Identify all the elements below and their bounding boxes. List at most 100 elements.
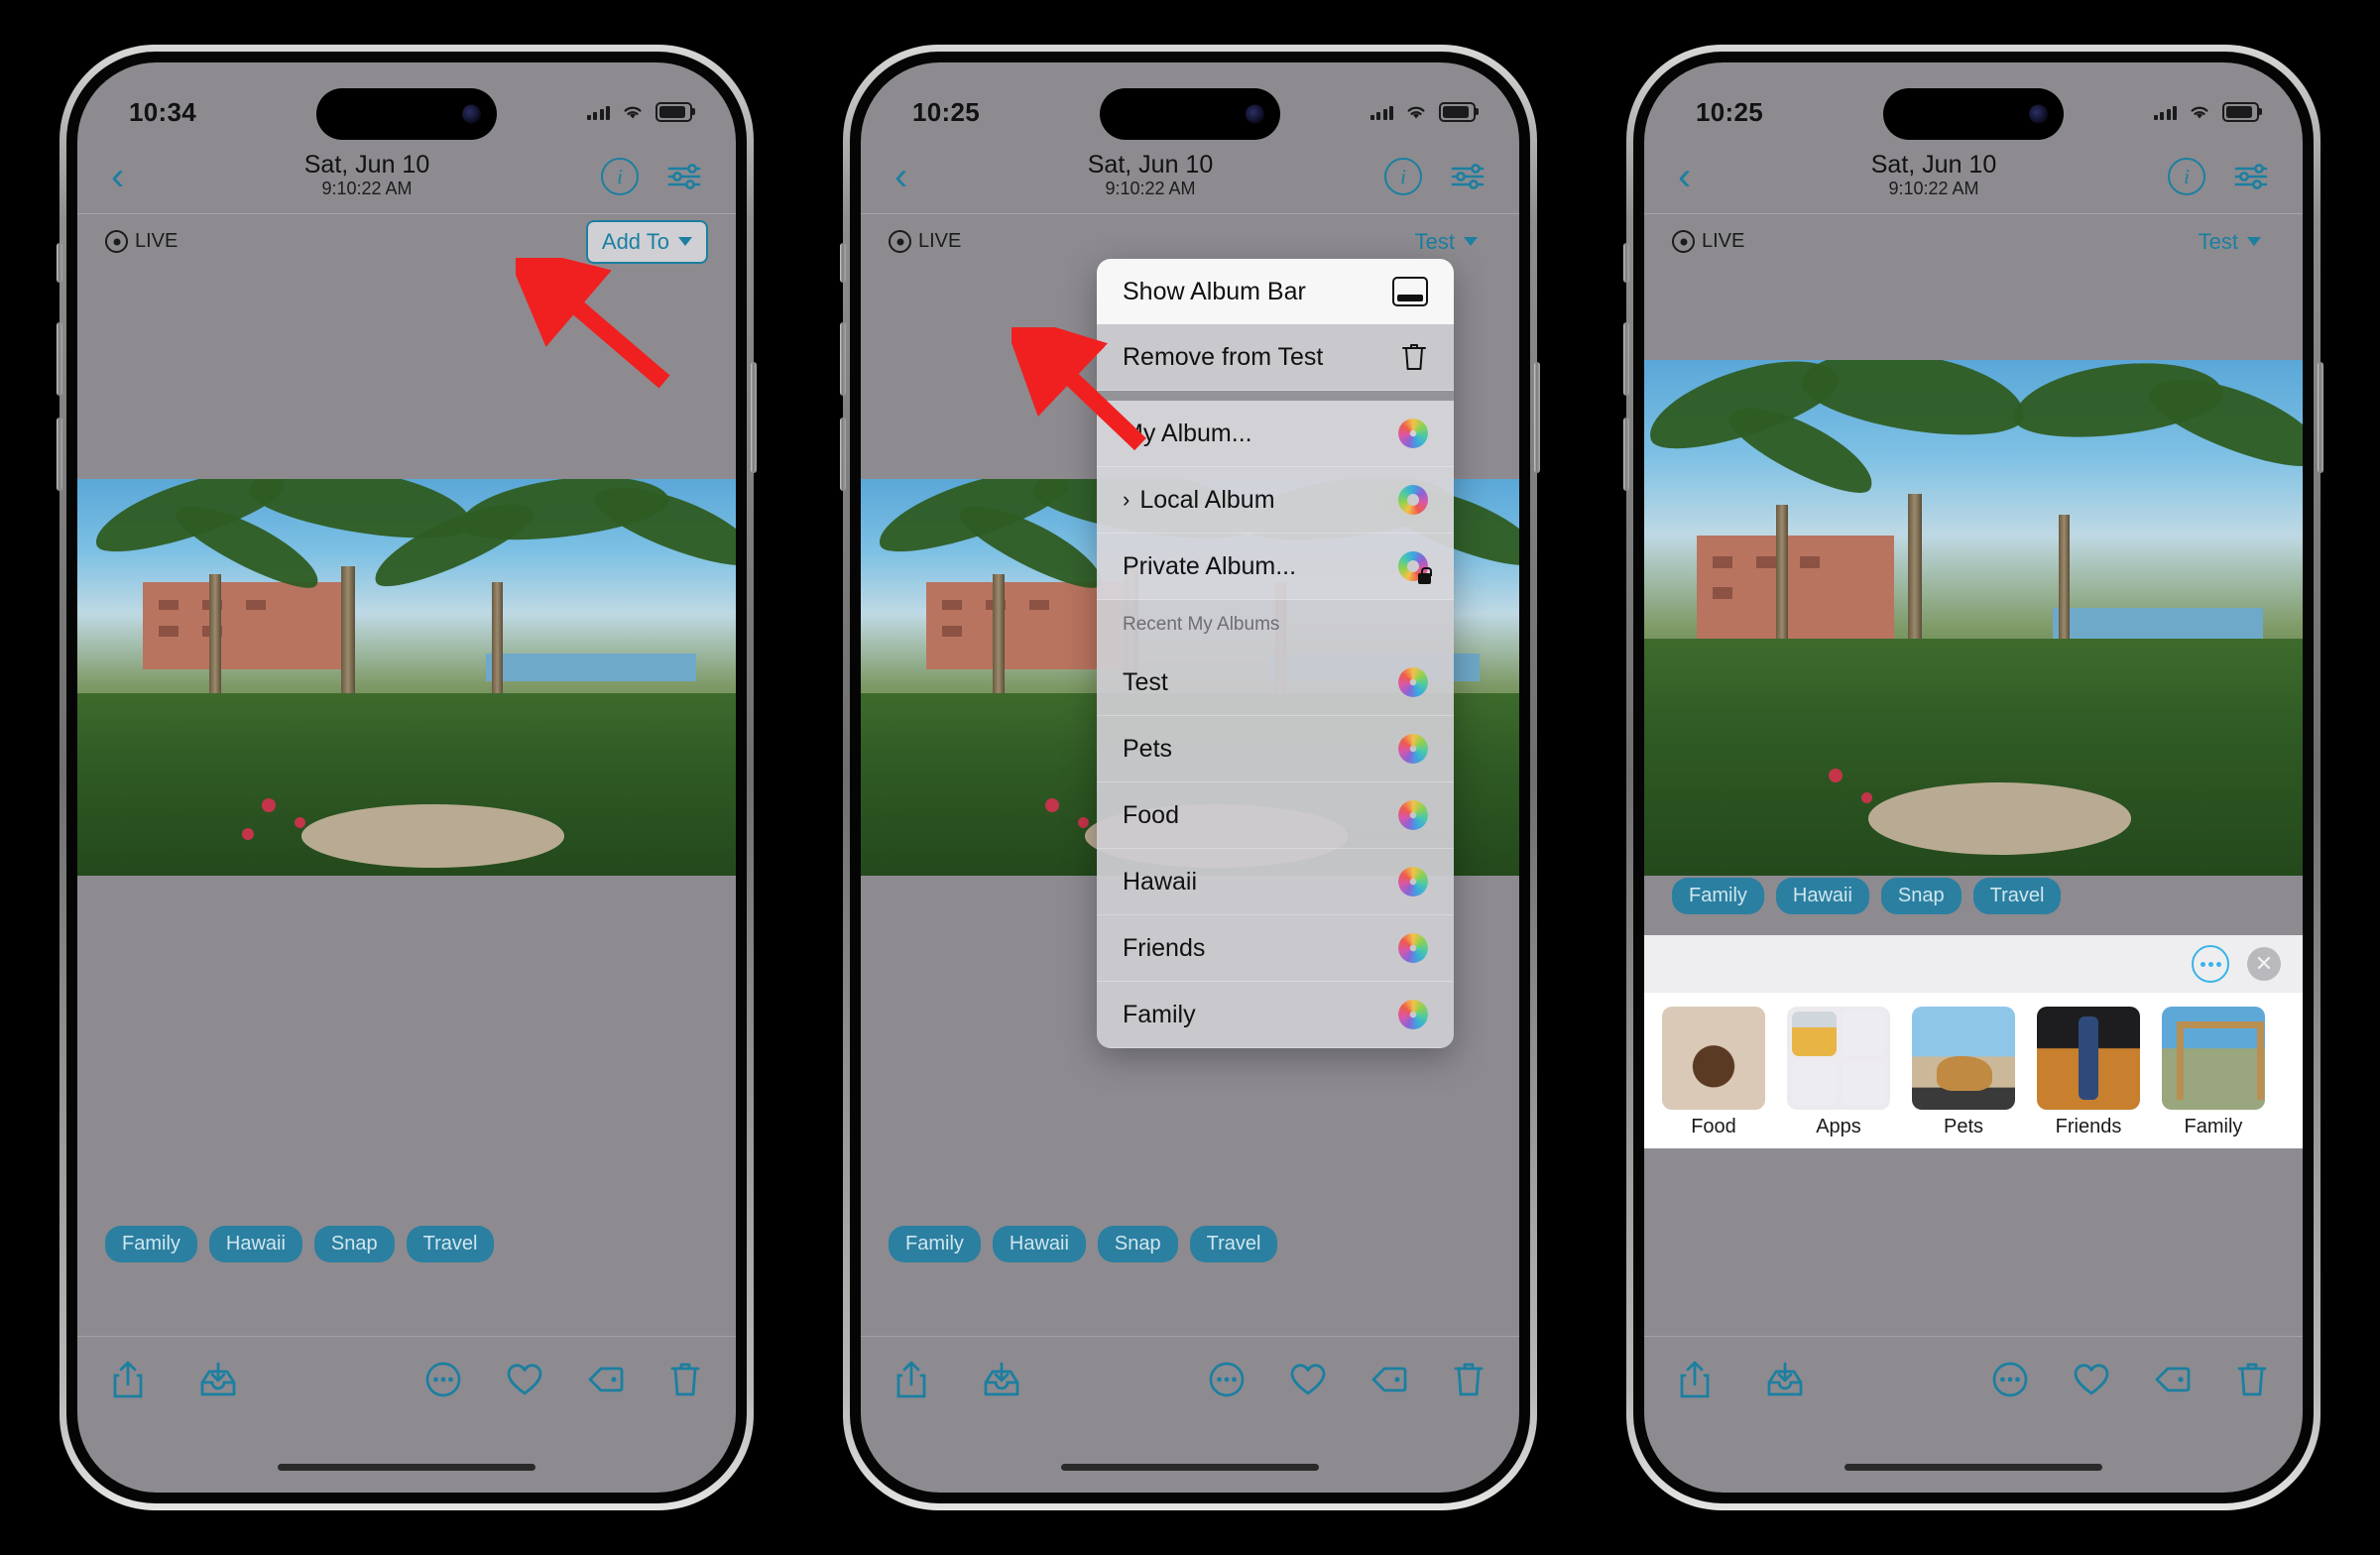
live-photo-badge[interactable]: LIVE — [889, 230, 961, 253]
menu-item-album-friends[interactable]: Friends — [1097, 915, 1454, 982]
volume-up-button[interactable] — [840, 322, 846, 396]
tag-chip[interactable]: Travel — [1189, 1226, 1278, 1262]
tag-chip[interactable]: Snap — [1880, 878, 1962, 914]
menu-item-label: Local Album — [1139, 485, 1275, 514]
volume-down-button[interactable] — [57, 418, 62, 491]
menu-item-label: Private Album... — [1123, 551, 1297, 580]
volume-down-button[interactable] — [840, 418, 846, 491]
tag-chip-list: Family Hawaii Snap Travel — [861, 1226, 1519, 1262]
wifi-icon — [1404, 103, 1428, 121]
live-photo-badge[interactable]: LIVE — [105, 230, 178, 253]
cellular-signal-icon — [1369, 105, 1393, 120]
mute-switch[interactable] — [840, 243, 846, 283]
photos-flower-icon — [1398, 933, 1428, 963]
album-thumb-label: Friends — [2055, 1116, 2122, 1137]
sliders-icon[interactable] — [1450, 162, 1486, 191]
tag-chip[interactable]: Family — [1672, 878, 1764, 914]
photo-image[interactable] — [77, 479, 736, 876]
album-thumb-item[interactable]: Apps — [1787, 1007, 1890, 1138]
volume-up-button[interactable] — [57, 322, 62, 396]
album-thumbnail-list: Food Apps Pets Friends Family — [1644, 993, 2303, 1148]
sliders-icon[interactable] — [666, 162, 702, 191]
menu-item-label: Food — [1123, 800, 1179, 829]
save-to-tray-icon[interactable] — [1765, 1360, 1805, 1399]
screenshot-canvas: 10:34 ‹ Sat, Jun 10 9:10:22 AM i LIVE Ad… — [0, 0, 2380, 1555]
share-up-icon[interactable] — [894, 1360, 928, 1399]
power-button[interactable] — [751, 362, 757, 473]
share-up-icon[interactable] — [111, 1360, 145, 1399]
save-to-tray-icon[interactable] — [198, 1360, 238, 1399]
add-to-album-button[interactable]: Test — [1401, 222, 1491, 262]
photo-title: Sat, Jun 10 9:10:22 AM — [1727, 152, 2140, 201]
album-thumb-label: Family — [2184, 1116, 2243, 1137]
tag-chip[interactable]: Travel — [406, 1226, 495, 1262]
live-label: LIVE — [918, 230, 962, 252]
add-to-album-button[interactable]: Add To — [585, 219, 708, 264]
album-thumb-item[interactable]: Friends — [2037, 1007, 2140, 1138]
album-thumb-item[interactable]: Family — [2162, 1007, 2265, 1138]
battery-icon — [655, 102, 695, 122]
tag-chip[interactable]: Travel — [1972, 878, 2062, 914]
photos-ring-lock-icon — [1398, 551, 1432, 584]
tag-chip[interactable]: Hawaii — [208, 1226, 302, 1262]
tag-chip[interactable]: Snap — [313, 1226, 395, 1262]
share-up-icon[interactable] — [1678, 1360, 1712, 1399]
info-circle-icon[interactable]: i — [1384, 158, 1422, 195]
menu-item-album-test[interactable]: Test — [1097, 650, 1454, 716]
tag-chip[interactable]: Family — [105, 1226, 197, 1262]
menu-item-album-food[interactable]: Food — [1097, 782, 1454, 849]
ellipsis-circle-icon[interactable] — [1208, 1361, 1246, 1398]
tag-chip[interactable]: Hawaii — [992, 1226, 1086, 1262]
wifi-icon — [2188, 103, 2211, 121]
trash-icon[interactable] — [1452, 1361, 1486, 1398]
photo-image[interactable] — [1644, 360, 2303, 876]
add-to-album-button[interactable]: Test — [2185, 222, 2275, 262]
phone-3-screen: 10:25 ‹ Sat, Jun 10 9:10:22 AM i LIVE Te… — [1644, 62, 2303, 1493]
live-photo-badge[interactable]: LIVE — [1672, 230, 1744, 253]
album-thumb-label: Pets — [1943, 1116, 1984, 1137]
close-circle-icon[interactable]: ✕ — [2247, 947, 2281, 981]
menu-item-album-hawaii[interactable]: Hawaii — [1097, 849, 1454, 915]
tag-chip[interactable]: Snap — [1097, 1226, 1178, 1262]
power-button[interactable] — [1534, 362, 1540, 473]
heart-icon[interactable] — [506, 1361, 543, 1398]
heart-icon[interactable] — [2073, 1361, 2110, 1398]
photo-time: 9:10:22 AM — [321, 179, 413, 199]
menu-item-label: Pets — [1123, 734, 1173, 763]
ellipsis-circle-icon[interactable] — [1991, 1361, 2029, 1398]
power-button[interactable] — [2318, 362, 2323, 473]
home-indicator[interactable] — [1844, 1464, 2102, 1471]
tag-icon[interactable] — [2154, 1361, 2192, 1398]
album-thumb-item[interactable]: Food — [1662, 1007, 1765, 1138]
album-thumb-item[interactable]: Pets — [1912, 1007, 2015, 1138]
tag-icon[interactable] — [587, 1361, 625, 1398]
archway-photo — [2162, 1007, 2265, 1110]
home-indicator[interactable] — [278, 1464, 536, 1471]
photo-title: Sat, Jun 10 9:10:22 AM — [944, 152, 1357, 201]
ellipsis-circle-icon[interactable] — [2192, 945, 2229, 983]
tag-chip[interactable]: Family — [889, 1226, 981, 1262]
save-to-tray-icon[interactable] — [982, 1360, 1021, 1399]
trash-icon[interactable] — [2235, 1361, 2269, 1398]
menu-item-album-family[interactable]: Family — [1097, 982, 1454, 1048]
menu-item-show-album-bar[interactable]: Show Album Bar — [1097, 259, 1454, 324]
volume-down-button[interactable] — [1623, 418, 1629, 491]
mute-switch[interactable] — [1623, 243, 1629, 283]
tag-chip[interactable]: Hawaii — [1775, 878, 1869, 914]
menu-item-album-pets[interactable]: Pets — [1097, 716, 1454, 782]
ellipsis-circle-icon[interactable] — [424, 1361, 462, 1398]
home-indicator[interactable] — [1061, 1464, 1319, 1471]
info-circle-icon[interactable]: i — [601, 158, 639, 195]
menu-item-private-album[interactable]: Private Album... — [1097, 534, 1454, 600]
menu-item-label: Family — [1123, 1000, 1196, 1028]
info-circle-icon[interactable]: i — [2168, 158, 2205, 195]
sliders-icon[interactable] — [2233, 162, 2269, 191]
front-camera-icon — [2029, 104, 2048, 124]
menu-item-local-album[interactable]: › Local Album — [1097, 467, 1454, 534]
tag-icon[interactable] — [1370, 1361, 1408, 1398]
volume-up-button[interactable] — [1623, 322, 1629, 396]
mute-switch[interactable] — [57, 243, 62, 283]
trash-icon[interactable] — [668, 1361, 702, 1398]
photo-date: Sat, Jun 10 — [303, 151, 430, 179]
heart-icon[interactable] — [1289, 1361, 1327, 1398]
